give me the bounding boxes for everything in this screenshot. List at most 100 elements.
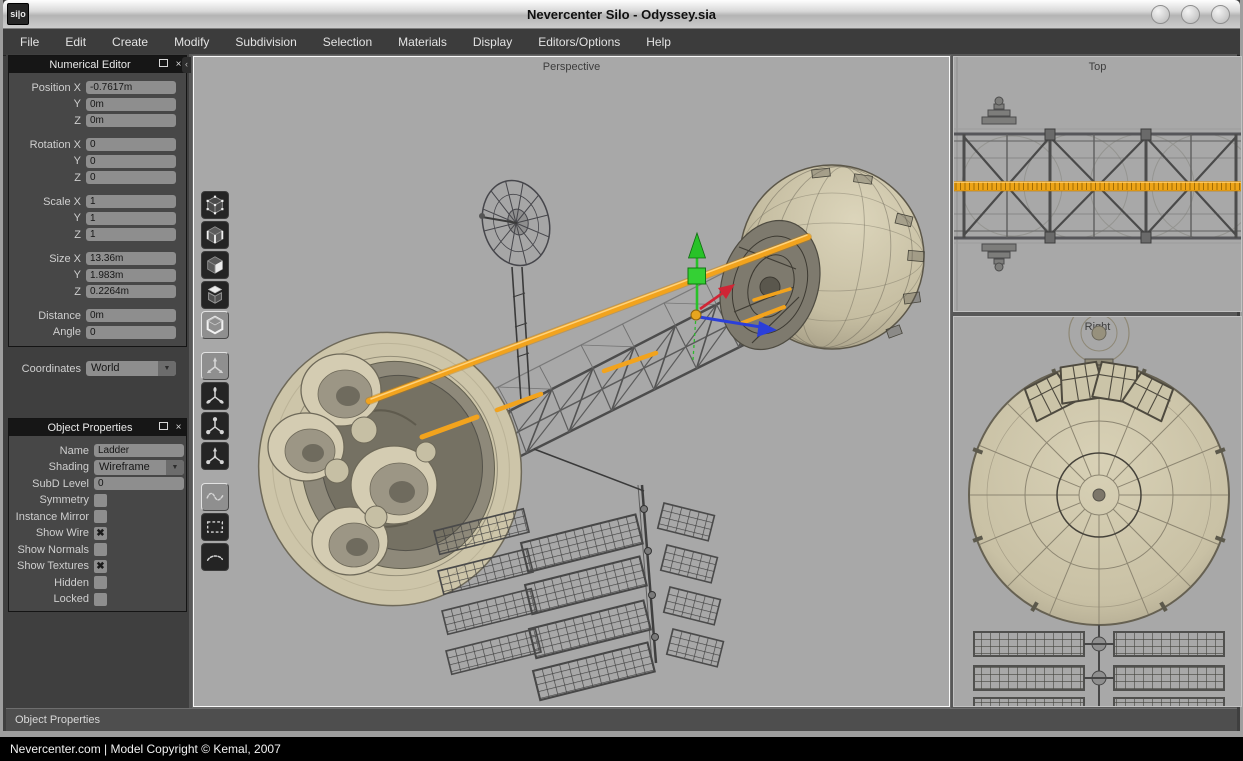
object-properties-panel: Object Properties × Name Ladder Shading …: [8, 418, 187, 612]
perspective-scene[interactable]: [194, 57, 949, 706]
menu-modify[interactable]: Modify: [161, 35, 222, 49]
shading-label: Shading: [9, 461, 89, 473]
shading-value: Wireframe: [94, 460, 166, 475]
checkbox-hidden[interactable]: [94, 576, 107, 589]
checkbox-label-show-wire: Show Wire: [9, 527, 89, 539]
field-input-scale-x[interactable]: 1: [86, 195, 176, 208]
menu-edit[interactable]: Edit: [52, 35, 99, 49]
panel-maximize-icon[interactable]: [156, 57, 171, 72]
paint-select-button[interactable]: [201, 543, 229, 571]
vertex-mode-button[interactable]: [201, 191, 229, 219]
gizmo-center-handle[interactable]: [691, 310, 701, 320]
subd-level-field[interactable]: 0: [94, 477, 184, 490]
rect-select-button[interactable]: [201, 513, 229, 541]
right-viewport[interactable]: Right: [953, 316, 1242, 707]
menu-materials[interactable]: Materials: [385, 35, 460, 49]
field-label-y: Y: [9, 212, 81, 224]
field-input-angle[interactable]: 0: [86, 326, 176, 339]
field-input-size-x[interactable]: 13.36m: [86, 252, 176, 265]
shading-dropdown[interactable]: Wireframe ▼: [94, 460, 184, 475]
desktop-footer: Nevercenter.com | Model Copyright © Kema…: [0, 737, 1243, 761]
ladder-top-view[interactable]: [954, 182, 1241, 192]
field-input-z[interactable]: 1: [86, 228, 176, 241]
coordinates-dropdown[interactable]: World ▼: [86, 361, 176, 376]
title-bar[interactable]: si|o Nevercenter Silo - Odyssey.sia: [3, 0, 1240, 29]
name-field[interactable]: Ladder: [94, 444, 184, 457]
panel-maximize-icon[interactable]: [156, 420, 171, 435]
field-label-z: Z: [9, 229, 81, 241]
menu-subdivision[interactable]: Subdivision: [222, 35, 309, 49]
field-input-z[interactable]: 0: [86, 171, 176, 184]
chevron-down-icon: ▼: [166, 460, 184, 475]
field-input-y[interactable]: 0m: [86, 98, 176, 111]
scale-tool-button[interactable]: [201, 412, 229, 440]
rotate-tool-button[interactable]: [201, 382, 229, 410]
numerical-editor-panel: Numerical Editor × Position X -0.7617m Y 0m…: [8, 55, 187, 347]
viewport-toolbar: [201, 191, 231, 573]
menu-help[interactable]: Help: [633, 35, 684, 49]
checkbox-label-hidden: Hidden: [9, 577, 89, 589]
element-mode-button[interactable]: [201, 281, 229, 309]
checkbox-instance-mirror[interactable]: [94, 510, 107, 523]
main-content: Numerical Editor × Position X -0.7617m Y 0m…: [6, 54, 1237, 708]
move-tool-button[interactable]: [201, 352, 229, 380]
field-input-y[interactable]: 1.983m: [86, 269, 176, 282]
lasso-select-icon: [204, 486, 226, 508]
field-input-y[interactable]: 1: [86, 212, 176, 225]
lasso-select-button[interactable]: [201, 483, 229, 511]
universal-manipulator-button[interactable]: [201, 442, 229, 470]
paint-select-icon: [204, 546, 226, 568]
checkbox-show-normals[interactable]: [94, 543, 107, 556]
field-label-position-x: Position X: [9, 82, 81, 94]
checkbox-show-textures[interactable]: ✖: [94, 560, 107, 573]
menu-file[interactable]: File: [7, 35, 52, 49]
menu-selection[interactable]: Selection: [310, 35, 385, 49]
top-view-scene[interactable]: [954, 57, 1241, 311]
top-viewport[interactable]: Top: [953, 56, 1242, 312]
checkbox-show-wire[interactable]: ✖: [94, 527, 107, 540]
command-sphere-right-view[interactable]: [969, 361, 1229, 625]
checkbox-label-symmetry: Symmetry: [9, 494, 89, 506]
edge-mode-button[interactable]: [201, 221, 229, 249]
field-input-z[interactable]: 0.2264m: [86, 285, 176, 298]
numerical-editor-title: Numerical Editor: [24, 59, 156, 71]
menu-display[interactable]: Display: [460, 35, 525, 49]
field-input-position-x[interactable]: -0.7617m: [86, 81, 176, 94]
field-label-y: Y: [9, 98, 81, 110]
vertex-mode-icon: [204, 194, 226, 216]
panel-close-icon[interactable]: ×: [171, 420, 186, 435]
right-view-scene[interactable]: [954, 317, 1241, 706]
maximize-button[interactable]: [1181, 5, 1200, 24]
face-mode-button[interactable]: [201, 251, 229, 279]
field-input-distance[interactable]: 0m: [86, 309, 176, 322]
coordinates-value: World: [86, 361, 158, 376]
solar-arrays-right-view[interactable]: [974, 625, 1224, 706]
field-input-z[interactable]: 0m: [86, 114, 176, 127]
gizmo-y-axis-handle[interactable]: [688, 233, 706, 313]
app-window: si|o Nevercenter Silo - Odyssey.sia File…: [0, 0, 1243, 737]
checkbox-symmetry[interactable]: [94, 494, 107, 507]
close-button[interactable]: [1211, 5, 1230, 24]
name-label: Name: [9, 445, 89, 457]
status-text: Object Properties: [15, 714, 100, 726]
menu-create[interactable]: Create: [99, 35, 161, 49]
field-label-y: Y: [9, 155, 81, 167]
perspective-viewport[interactable]: Perspective: [193, 56, 950, 707]
menu-editors-options[interactable]: Editors/Options: [525, 35, 633, 49]
field-input-y[interactable]: 0: [86, 155, 176, 168]
field-label-angle: Angle: [9, 326, 81, 338]
object-mode-button[interactable]: [201, 311, 229, 339]
status-bar: Object Properties: [6, 708, 1237, 731]
universal-manipulator-icon: [204, 445, 226, 467]
window-controls: [1151, 5, 1230, 24]
field-label-scale-x: Scale X: [9, 196, 81, 208]
object-properties-header[interactable]: Object Properties ×: [9, 419, 186, 436]
checkbox-locked[interactable]: [94, 593, 107, 606]
command-sphere[interactable]: [704, 156, 924, 363]
window-title: Nevercenter Silo - Odyssey.sia: [3, 7, 1240, 22]
minimize-button[interactable]: [1151, 5, 1170, 24]
numerical-editor-header[interactable]: Numerical Editor ×: [9, 56, 186, 73]
sidebar-collapse-tab[interactable]: ‹: [182, 57, 191, 73]
chevron-down-icon: ▼: [158, 361, 176, 376]
field-input-rotation-x[interactable]: 0: [86, 138, 176, 151]
